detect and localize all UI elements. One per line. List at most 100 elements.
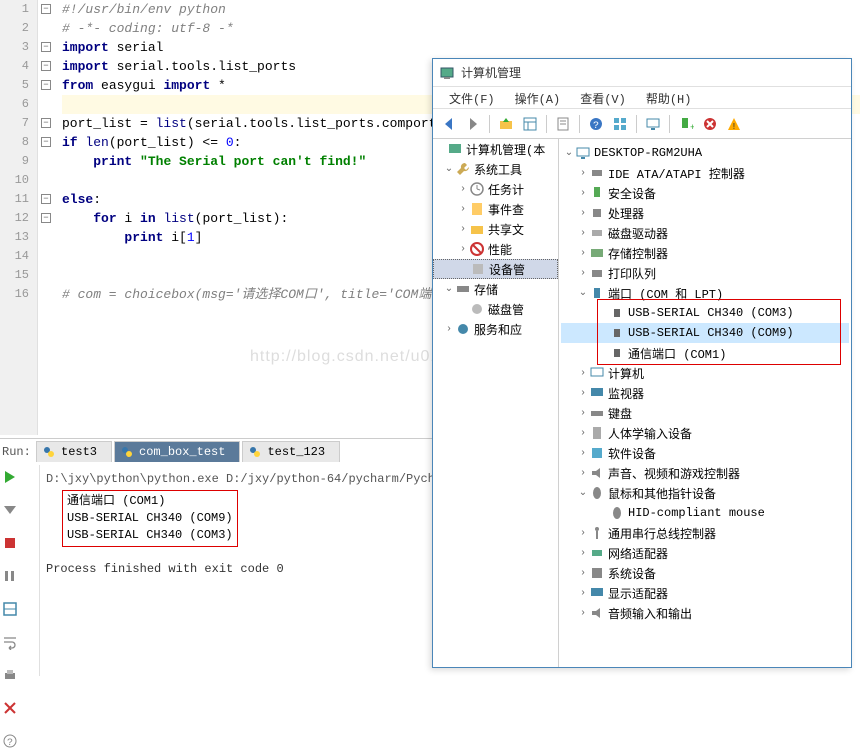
plug-add-icon[interactable]: + <box>676 114 696 134</box>
svc-icon <box>455 321 471 337</box>
run-stop-icon[interactable] <box>2 535 22 555</box>
code-line-1[interactable]: #!/usr/bin/env python <box>62 0 860 19</box>
run-down-icon[interactable] <box>2 502 22 522</box>
monitor-icon[interactable] <box>643 114 663 134</box>
device-软件设备[interactable]: ›软件设备 <box>561 443 849 463</box>
audio-icon <box>589 465 605 481</box>
device-IDE ATA/ATAPI 控制器[interactable]: ›IDE ATA/ATAPI 控制器 <box>561 163 849 183</box>
fold-marker[interactable]: − <box>41 213 51 223</box>
device-音频输入和输出[interactable]: ›音频输入和输出 <box>561 603 849 623</box>
code-line-2[interactable]: # -*- coding: utf-8 -* <box>62 19 860 38</box>
console-output[interactable]: D:\jxy\python\python.exe D:/jxy/python-6… <box>40 465 440 676</box>
device-键盘[interactable]: ›键盘 <box>561 403 849 423</box>
left-tree-共享文[interactable]: ›共享文 <box>433 219 558 239</box>
device-HID-compliant mouse[interactable]: HID-compliant mouse <box>561 503 849 523</box>
device-通用串行总线控制器[interactable]: ›通用串行总线控制器 <box>561 523 849 543</box>
left-tree-系统工具[interactable]: ⌄系统工具 <box>433 159 558 179</box>
device-存储控制器[interactable]: ›存储控制器 <box>561 243 849 263</box>
fold-marker[interactable]: − <box>41 194 51 204</box>
fold-marker[interactable]: − <box>41 61 51 71</box>
device-通信端口 (COM1)[interactable]: 通信端口 (COM1) <box>561 343 849 363</box>
fold-marker[interactable]: − <box>41 4 51 14</box>
run-close-icon[interactable] <box>2 700 22 720</box>
forward-icon[interactable] <box>463 114 483 134</box>
sec-icon <box>589 185 605 201</box>
console-header: D:\jxy\python\python.exe D:/jxy/python-6… <box>46 471 434 488</box>
svg-text:+: + <box>690 123 694 132</box>
properties-icon[interactable] <box>553 114 573 134</box>
run-help-icon[interactable]: ? <box>2 733 22 753</box>
net-icon <box>589 545 605 561</box>
device-鼠标和其他指针设备[interactable]: ⌄鼠标和其他指针设备 <box>561 483 849 503</box>
menu-查看(V)[interactable]: 查看(V) <box>570 87 636 110</box>
run-print-icon[interactable] <box>2 667 22 687</box>
monitor-icon <box>589 385 605 401</box>
console-output-box: 通信端口 (COM1)USB-SERIAL CH340 (COM9)USB-SE… <box>62 490 238 547</box>
left-tree-磁盘管[interactable]: 磁盘管 <box>433 299 558 319</box>
fold-marker[interactable]: − <box>41 118 51 128</box>
sysdev-icon <box>589 565 605 581</box>
help-icon[interactable]: ? <box>586 114 606 134</box>
device-打印队列[interactable]: ›打印队列 <box>561 263 849 283</box>
run-tabs: test3com_box_testtest_123 <box>36 441 340 462</box>
run-toolbar: ? <box>0 465 40 676</box>
left-tree-计算机管理(本[interactable]: 计算机管理(本 <box>433 139 558 159</box>
device-USB-SERIAL CH340 (COM3)[interactable]: USB-SERIAL CH340 (COM3) <box>561 303 849 323</box>
cm-toolbar: ? + ! <box>433 109 851 139</box>
fold-marker[interactable]: − <box>41 42 51 52</box>
sched-icon <box>469 181 485 197</box>
console-line: 通信端口 (COM1) <box>67 493 233 510</box>
device-USB-SERIAL CH340 (COM9)[interactable]: USB-SERIAL CH340 (COM9) <box>561 323 849 343</box>
run-tab-test3[interactable]: test3 <box>36 441 112 462</box>
device-监视器[interactable]: ›监视器 <box>561 383 849 403</box>
left-tree-任务计[interactable]: ›任务计 <box>433 179 558 199</box>
run-wrap-icon[interactable] <box>2 634 22 654</box>
device-DESKTOP-RGM2UHA[interactable]: ⌄DESKTOP-RGM2UHA <box>561 143 849 163</box>
wrench-icon <box>455 161 471 177</box>
printq-icon <box>589 265 605 281</box>
device-系统设备[interactable]: ›系统设备 <box>561 563 849 583</box>
device-网络适配器[interactable]: ›网络适配器 <box>561 543 849 563</box>
run-tab-com_box_test[interactable]: com_box_test <box>114 441 240 462</box>
device-显示适配器[interactable]: ›显示适配器 <box>561 583 849 603</box>
plug-remove-icon[interactable] <box>700 114 720 134</box>
cm-left-tree[interactable]: 计算机管理(本⌄系统工具›任务计›事件查›共享文›性能设备管⌄存储磁盘管›服务和… <box>433 139 559 667</box>
left-tree-服务和应[interactable]: ›服务和应 <box>433 319 558 339</box>
cm-titlebar: 计算机管理 <box>433 59 851 87</box>
device-人体学输入设备[interactable]: ›人体学输入设备 <box>561 423 849 443</box>
view-icon[interactable] <box>520 114 540 134</box>
left-tree-性能[interactable]: ›性能 <box>433 239 558 259</box>
storctl-icon <box>589 245 605 261</box>
kbd-icon <box>589 405 605 421</box>
device-处理器[interactable]: ›处理器 <box>561 203 849 223</box>
cm-title-text: 计算机管理 <box>461 64 521 81</box>
run-pause-icon[interactable] <box>2 568 22 588</box>
left-tree-存储[interactable]: ⌄存储 <box>433 279 558 299</box>
device-端口 (COM 和 LPT)[interactable]: ⌄端口 (COM 和 LPT) <box>561 283 849 303</box>
audioin-icon <box>589 605 605 621</box>
device-安全设备[interactable]: ›安全设备 <box>561 183 849 203</box>
device-声音、视频和游戏控制器[interactable]: ›声音、视频和游戏控制器 <box>561 463 849 483</box>
computer-management-window: 计算机管理 文件(F)操作(A)查看(V)帮助(H) ? + ! 计算机管理(本… <box>432 58 852 668</box>
share-icon <box>469 221 485 237</box>
fold-marker[interactable]: − <box>41 80 51 90</box>
left-tree-事件查[interactable]: ›事件查 <box>433 199 558 219</box>
menu-文件(F)[interactable]: 文件(F) <box>439 87 505 110</box>
device-tree[interactable]: ⌄DESKTOP-RGM2UHA›IDE ATA/ATAPI 控制器›安全设备›… <box>559 139 851 667</box>
left-tree-设备管[interactable]: 设备管 <box>433 259 558 279</box>
device-磁盘驱动器[interactable]: ›磁盘驱动器 <box>561 223 849 243</box>
plug-warn-icon[interactable]: ! <box>724 114 744 134</box>
com-icon <box>609 305 625 321</box>
up-folder-icon[interactable] <box>496 114 516 134</box>
usb-icon <box>589 525 605 541</box>
menu-操作(A)[interactable]: 操作(A) <box>505 87 571 110</box>
code-line-3[interactable]: import serial <box>62 38 860 57</box>
device-计算机[interactable]: ›计算机 <box>561 363 849 383</box>
fold-marker[interactable]: − <box>41 137 51 147</box>
run-play-icon[interactable] <box>2 469 22 489</box>
menu-帮助(H)[interactable]: 帮助(H) <box>636 87 702 110</box>
grid-icon[interactable] <box>610 114 630 134</box>
run-tab-test_123[interactable]: test_123 <box>242 441 340 462</box>
run-layout-icon[interactable] <box>2 601 22 621</box>
back-icon[interactable] <box>439 114 459 134</box>
